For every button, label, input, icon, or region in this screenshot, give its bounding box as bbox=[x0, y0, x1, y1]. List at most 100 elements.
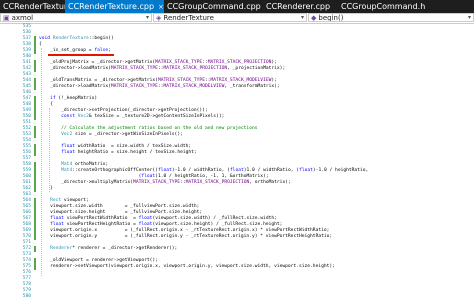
code-token: MATRIX_STACK_PROJECTION bbox=[185, 180, 250, 185]
code-token: Mat4 bbox=[61, 168, 73, 173]
code-token: MATRIX_STACK_PROJECTION bbox=[207, 60, 272, 65]
tab-bar: CCRenderTexture.h CCRenderTexture.cpp × … bbox=[0, 0, 474, 13]
code-line: } bbox=[39, 186, 53, 192]
tab-label: CCRenderTexture.cpp bbox=[68, 2, 155, 11]
code-token: } bbox=[39, 186, 53, 191]
code-token: MATRIX_STACK_TYPE bbox=[155, 60, 203, 65]
code-token: , _transformMatrix); bbox=[224, 84, 280, 89]
tab-ccgroupcommand-cpp[interactable]: CCGroupCommand.cpp bbox=[164, 0, 263, 13]
code-token: float bbox=[157, 168, 172, 173]
code-editor[interactable]: 535 536 537 538 539 540 541 542 543 544 545 546 547 5… bbox=[0, 24, 474, 299]
code-token: void bbox=[39, 36, 53, 41]
code-token: RenderTexture bbox=[52, 36, 89, 41]
code-token: viewPortRectHeightRatio = bbox=[63, 222, 139, 227]
code-token: Renderer bbox=[50, 246, 73, 251]
code-token: float bbox=[50, 216, 64, 221]
code-token: const bbox=[61, 114, 75, 119]
code-line: Vec2 size = _director->getWinSizeInPixel… bbox=[39, 132, 183, 138]
code-token: float bbox=[61, 150, 75, 155]
code-token: widthRatio = size.width / texSize.width; bbox=[74, 144, 192, 149]
code-token: ::createOrthographicOffCenter(( bbox=[72, 168, 158, 173]
code-token: MATRIX_STACK_MODELVIEW bbox=[210, 78, 272, 83]
project-icon: ▣ bbox=[3, 13, 10, 22]
code-token: viewport.origin.x = (_fullRect.origin.x … bbox=[39, 228, 330, 233]
scope-dropdown[interactable]: ◈ RenderTexture ▾ bbox=[153, 13, 307, 22]
tab-ccrenderer-cpp[interactable]: CCRenderer.cpp bbox=[263, 0, 338, 13]
member-name: begin() bbox=[318, 13, 344, 22]
navigation-bar: ▣ axmol ▾ ◈ RenderTexture ▾ ◆ begin() ▾ bbox=[0, 13, 474, 24]
code-line: float heightRatio = size.height / texSiz… bbox=[39, 150, 197, 156]
saved-change-marker bbox=[34, 114, 36, 120]
code-token: (viewport.size.height) / _fullRect.size.… bbox=[152, 222, 283, 227]
code-token: { bbox=[39, 42, 42, 47]
code-token: Mat4 bbox=[61, 162, 73, 167]
code-token: renderer->setViewport(viewport.origin.x,… bbox=[39, 264, 335, 269]
tab-label: CCRenderer.cpp bbox=[266, 2, 331, 11]
project-dropdown[interactable]: ▣ axmol ▾ bbox=[0, 13, 152, 22]
code-token: _is_set_group = bbox=[39, 48, 95, 53]
code-token: , _projectionMatrix); bbox=[227, 66, 286, 71]
code-token: float bbox=[229, 168, 244, 173]
code-line: _is_set_group = false; bbox=[39, 48, 111, 54]
code-token: MATRIX_STACK_TYPE bbox=[133, 180, 181, 185]
code-token: float bbox=[138, 222, 153, 227]
code-token: orthoMatrix; bbox=[72, 162, 109, 167]
saved-change-marker bbox=[34, 66, 36, 72]
chevron-down-icon: ▾ bbox=[145, 14, 149, 21]
tab-ccgroupcommand-h[interactable]: CCGroupCommand.h bbox=[338, 0, 474, 13]
code-token: ); bbox=[271, 78, 277, 83]
code-line: Renderer* renderer = _director->getRende… bbox=[39, 246, 177, 252]
code-token: size = _director->getWinSizeInPixels(); bbox=[72, 132, 183, 137]
saved-change-marker bbox=[34, 234, 36, 240]
saved-change-marker bbox=[34, 84, 36, 90]
code-token: * renderer = _director->getRenderer(); bbox=[72, 246, 178, 251]
saved-change-marker bbox=[34, 246, 36, 252]
code-token: & texSize = _texture2D->getContentSizeIn… bbox=[88, 114, 225, 119]
tab-ccrendertexture-cpp[interactable]: CCRenderTexture.cpp × bbox=[65, 0, 164, 13]
code-token: // Calculate the adjustment ratios based… bbox=[39, 126, 258, 131]
code-token: float bbox=[299, 168, 313, 173]
code-token: float bbox=[50, 222, 64, 227]
code-token: _director->loadMatrix( bbox=[39, 84, 111, 89]
code-token: viewport.size.width = _fullviewPort.size… bbox=[39, 204, 200, 209]
code-token: )-1.0 / heightRatio, bbox=[312, 168, 369, 173]
tab-label: CCGroupCommand.cpp bbox=[167, 2, 261, 11]
code-token: )1.0 / widthRatio, ( bbox=[243, 168, 300, 173]
code-token: heightRatio = size.height / texSize.heig… bbox=[74, 150, 197, 155]
code-token: )1.0 / heightRatio, -1, 1, &orthoMatrix)… bbox=[155, 174, 269, 179]
code-token: MATRIX_STACK_MODELVIEW bbox=[163, 84, 225, 89]
code-token: (!_keepMatrix) bbox=[55, 96, 98, 101]
code-line: const Vec2& texSize = _texture2D->getCon… bbox=[39, 114, 224, 120]
code-token: ::begin() bbox=[88, 36, 114, 41]
code-token: Rect bbox=[50, 198, 62, 203]
method-icon: ◆ bbox=[311, 13, 317, 22]
error-squiggle bbox=[48, 54, 114, 56]
code-token: _oldProjMatrix = _director->getMatrix( bbox=[39, 60, 156, 65]
code-token: MATRIX_STACK_TYPE bbox=[110, 84, 158, 89]
code-line: _director->loadMatrix(MATRIX_STACK_TYPE:… bbox=[39, 66, 285, 72]
tab-ccrendertexture-h[interactable]: CCRenderTexture.h bbox=[0, 0, 65, 13]
saved-change-marker bbox=[34, 264, 36, 270]
scope-name: RenderTexture bbox=[163, 13, 214, 22]
code-token: Vec2 bbox=[61, 132, 73, 137]
class-icon: ◈ bbox=[156, 13, 162, 22]
code-line: _director->loadMatrix(MATRIX_STACK_TYPE:… bbox=[39, 84, 280, 90]
code-token: viewport.size.height = _fullviewPort.siz… bbox=[39, 210, 203, 215]
tab-label: CCGroupCommand.h bbox=[341, 2, 426, 11]
code-area[interactable]: void RenderTexture::begin(){ _is_set_gro… bbox=[39, 24, 474, 283]
code-token: viewport; bbox=[61, 198, 89, 203]
member-dropdown[interactable]: ◆ begin() ▾ bbox=[308, 13, 474, 22]
code-token: float bbox=[138, 216, 153, 221]
code-token: _director->setProjection(_director->getP… bbox=[39, 108, 208, 113]
code-token: _oldTransMatrix = _director->getMatrix( bbox=[39, 78, 158, 83]
code-token: float bbox=[141, 174, 156, 179]
